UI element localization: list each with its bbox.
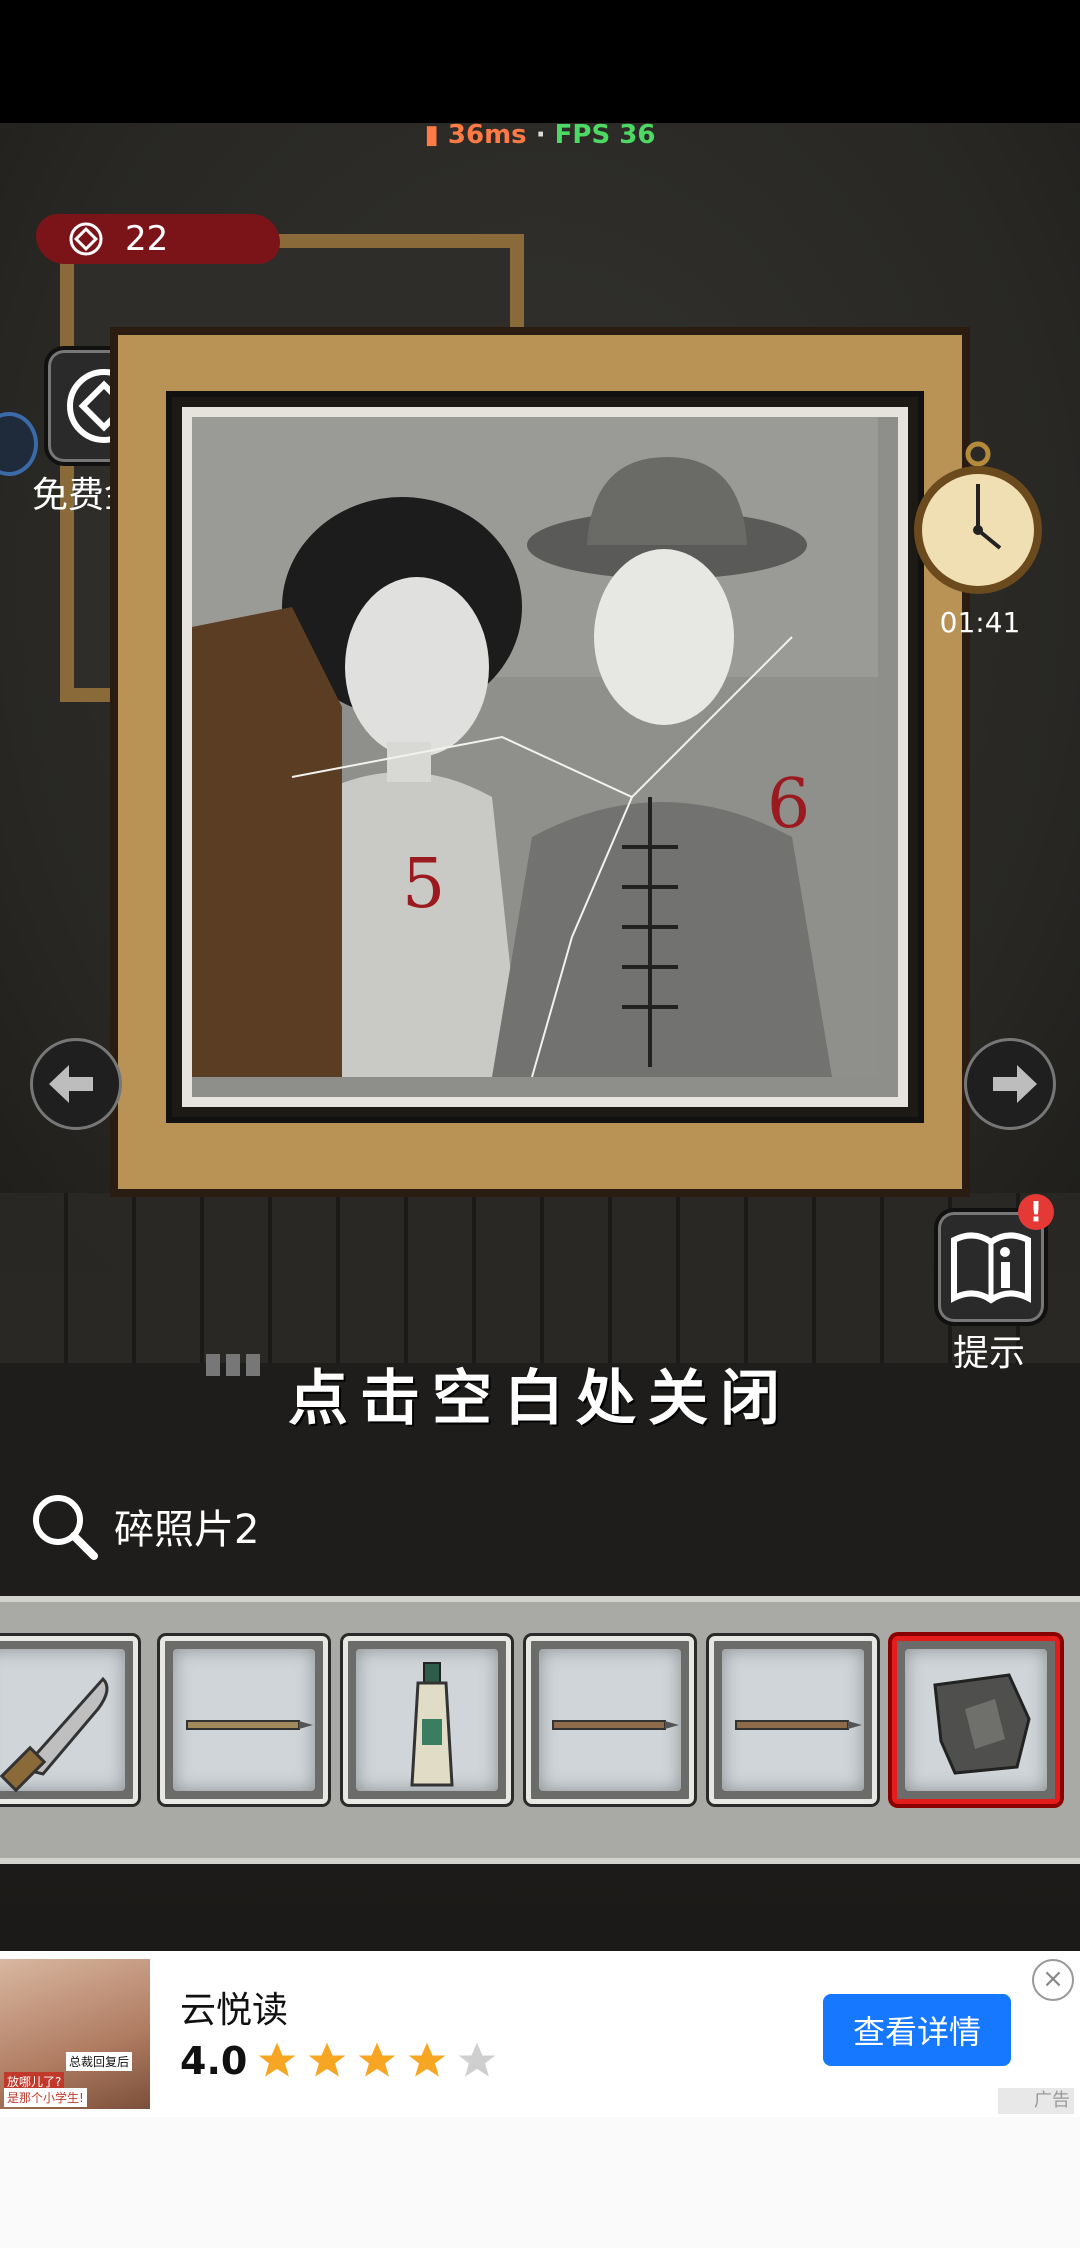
- ad-label: 广告: [998, 2088, 1074, 2114]
- tap-to-close-hint[interactable]: 点击空白处关闭: [0, 1350, 1080, 1437]
- ad-thumb-caption-2: 总裁回复后: [66, 2052, 133, 2071]
- inventory-slot-stick-1[interactable]: [160, 1636, 328, 1804]
- slot-background: [539, 1649, 681, 1791]
- slot-background: [356, 1649, 498, 1791]
- selected-item-name: 碎照片2: [114, 1507, 260, 1553]
- knife-icon: [0, 1676, 109, 1793]
- photo-number-6: 6: [767, 765, 810, 844]
- inventory-slot-photo-fragment[interactable]: [892, 1636, 1060, 1804]
- torn-photo[interactable]: 5 6: [192, 417, 898, 1097]
- ad-thumb-caption-3: 是那个小学生!: [4, 2088, 87, 2107]
- star-empty-icon: [458, 2042, 496, 2077]
- star-filled-icon: [358, 2042, 396, 2077]
- next-scene-arrow[interactable]: [964, 1038, 1056, 1130]
- ad-thumbnail[interactable]: 放哪儿了? 总裁回复后 是那个小学生!: [0, 1959, 150, 2109]
- slot-background: [905, 1649, 1047, 1791]
- ad-app-title: 云悦读: [180, 1990, 289, 2031]
- photo-paper: 5 6: [182, 407, 908, 1107]
- magnifier-icon: [33, 1495, 98, 1560]
- ad-rating: 4.0: [180, 2039, 505, 2083]
- close-icon[interactable]: ×: [1032, 1959, 1074, 2001]
- hint-alert-badge: !: [1018, 1194, 1054, 1230]
- bottom-blank-area: [0, 2117, 1080, 2248]
- photo-frame: 5 6: [110, 327, 970, 1197]
- coin-count: 22: [125, 219, 169, 259]
- photo-mat: 5 6: [166, 391, 924, 1123]
- star-filled-icon: [408, 2042, 446, 2077]
- photo-fragment-icon: [933, 1673, 1031, 1775]
- slot-background: [722, 1649, 864, 1791]
- slot-background: [173, 1649, 315, 1791]
- ad-view-details-button[interactable]: 查看详情: [823, 1994, 1011, 2066]
- glue-tube-icon: [410, 1662, 454, 1787]
- stick-icon: [552, 1720, 679, 1730]
- star-filled-icon: [308, 2042, 346, 2077]
- ad-rating-value: 4.0: [180, 2039, 248, 2083]
- timer-text: 01:41: [939, 606, 1021, 639]
- coin-icon: [69, 222, 103, 256]
- coin-counter: 22: [36, 214, 280, 264]
- inventory-bar: [0, 1596, 1080, 1864]
- performance-stats: ▮ 36ms · FPS 36: [0, 120, 1080, 150]
- wainscot-panel: [0, 1193, 1080, 1363]
- ad-banner[interactable]: 放哪儿了? 总裁回复后 是那个小学生! 云悦读 4.0 查看详情 × 广告: [0, 1951, 1080, 2117]
- inventory-slot-stick-3[interactable]: [709, 1636, 877, 1804]
- slot-background: [0, 1649, 125, 1793]
- star-filled-icon: [258, 2042, 296, 2077]
- latency-text: 36ms: [447, 120, 527, 150]
- signal-icon: ▮: [424, 120, 439, 150]
- stats-separator: ·: [535, 120, 546, 150]
- stick-icon: [735, 1720, 862, 1730]
- inventory-slot-knife[interactable]: [0, 1636, 138, 1804]
- stick-icon: [186, 1720, 313, 1730]
- pocket-watch-icon: [914, 441, 1042, 594]
- fps-text: FPS 36: [554, 120, 656, 150]
- photo-illustration: 5 6: [192, 417, 878, 1077]
- arrow-right-icon: [993, 1065, 1037, 1103]
- inventory-slot-stick-2[interactable]: [526, 1636, 694, 1804]
- inventory-slot-glue[interactable]: [343, 1636, 511, 1804]
- photo-number-5: 5: [402, 845, 445, 924]
- arrow-left-icon: [49, 1065, 93, 1103]
- selected-item-label: 碎照片2: [28, 1490, 259, 1562]
- previous-scene-arrow[interactable]: [30, 1038, 122, 1130]
